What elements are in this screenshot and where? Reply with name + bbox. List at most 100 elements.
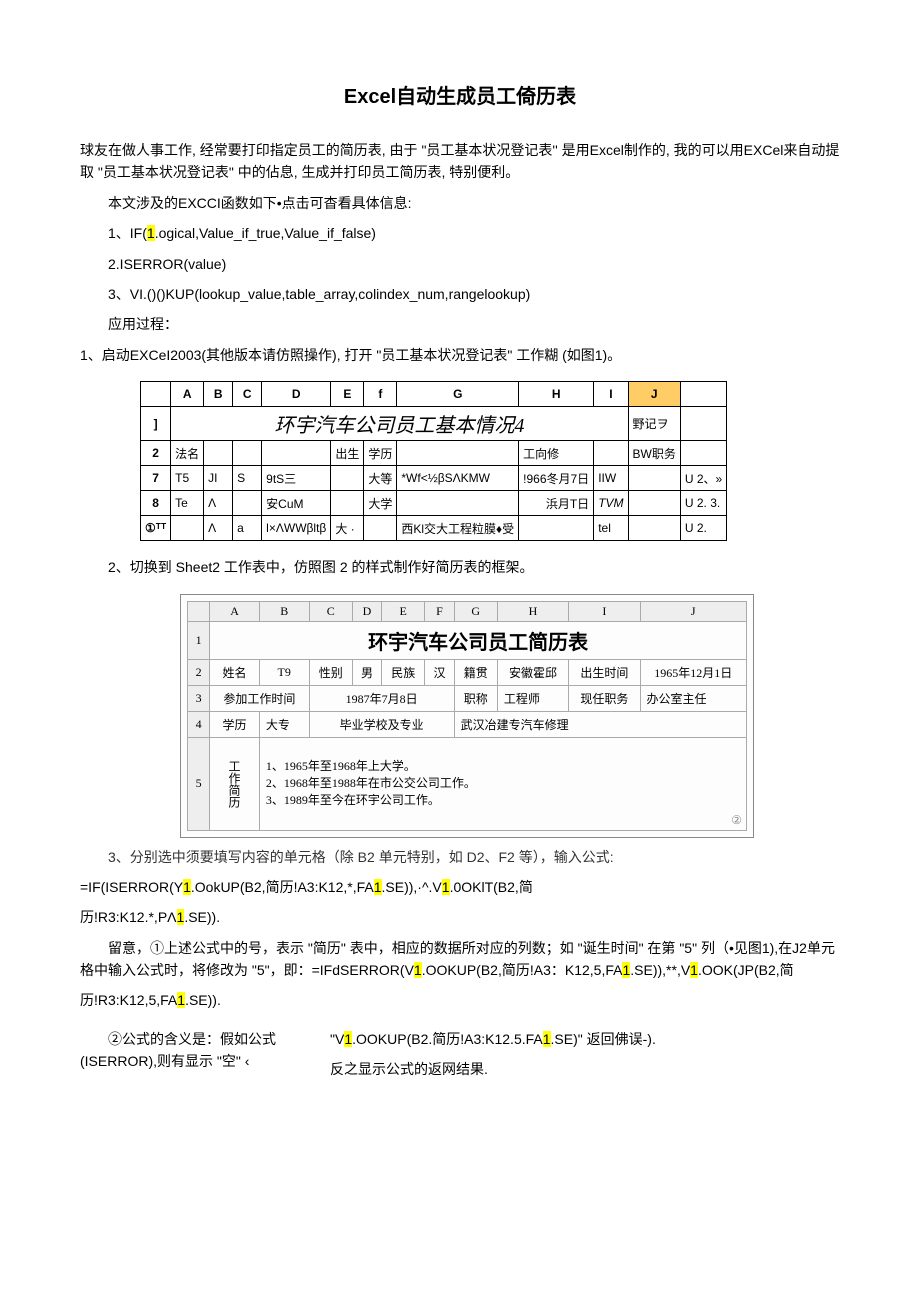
cell: 西Kl交大工程粒膜♦受	[397, 516, 519, 541]
native-value: 安徽霍邱	[497, 659, 568, 685]
page-title: Excel自动生成员工倚历表	[80, 80, 840, 109]
post-label: 现任职务	[569, 685, 640, 711]
ethnic-value: 汉	[425, 659, 454, 685]
col-header: I	[594, 382, 628, 407]
cell: !966冬月7日	[519, 466, 594, 491]
sex-value: 男	[352, 659, 381, 685]
cell	[171, 516, 204, 541]
cell	[628, 516, 680, 541]
school-value: 武汉冶建专汽车修理	[454, 711, 746, 737]
cell	[628, 491, 680, 516]
row-header: ]	[141, 407, 171, 441]
cell	[331, 466, 364, 491]
cell	[204, 441, 233, 466]
col-header: G	[397, 382, 519, 407]
title-label: 职称	[454, 685, 497, 711]
cell	[594, 441, 628, 466]
ethnic-label: 民族	[382, 659, 425, 685]
cell: 工向修	[519, 441, 594, 466]
meaning-right-1: "V1.OOKUP(B2.简历!A3:K12.5.FA1.SE)" 返回佛误-)…	[330, 1028, 656, 1050]
cell: 出生	[331, 441, 364, 466]
step-3: 3、分别选中须要填写内容的单元格（除 B2 单元特别，如 D2、F2 等），输入…	[80, 846, 840, 868]
cell: T5	[171, 466, 204, 491]
figure-badge-icon: ②	[731, 813, 742, 828]
excel-table-1: A B C D E f G H I J ] 环宇汽车公司员工基本情况4 野记ヲ …	[140, 381, 727, 541]
cell: l×ΛWWβltβ	[262, 516, 331, 541]
join-label: 参加工作时间	[210, 685, 309, 711]
cell: U 2、»	[680, 466, 726, 491]
cell	[397, 491, 519, 516]
col-header: B	[204, 382, 233, 407]
school-label: 毕业学校及专业	[309, 711, 454, 737]
cell: Te	[171, 491, 204, 516]
row-header: 8	[141, 491, 171, 516]
cell: TVM	[594, 491, 628, 516]
name-value: T9	[259, 659, 309, 685]
formula-1-cont: 历!R3:K12.*,PΛ1.SE)).	[80, 906, 840, 928]
col-header	[680, 382, 726, 407]
cell: 9tS三	[262, 466, 331, 491]
native-label: 籍贯	[454, 659, 497, 685]
cell: S	[233, 466, 262, 491]
cell: JI	[204, 466, 233, 491]
cell: 大学	[364, 491, 397, 516]
join-value: 1987年7月8日	[309, 685, 454, 711]
sex-label: 性别	[309, 659, 352, 685]
row-header: 7	[141, 466, 171, 491]
cell	[519, 516, 594, 541]
cell: U 2. 3.	[680, 491, 726, 516]
resume-title: 环宇汽车公司员工简历表	[210, 621, 747, 659]
company-title-cell: 环宇汽车公司员工基本情况4	[171, 407, 628, 441]
col-header: E	[331, 382, 364, 407]
cell	[364, 516, 397, 541]
cell: 安CuM	[262, 491, 331, 516]
intro-paragraph: 球友在做人事工作, 经常要打印指定员工的简历表, 由于 "员工基本状况登记表''…	[80, 139, 840, 184]
cell: IIW	[594, 466, 628, 491]
resume-table-figure: ABCDEFGHIJ 1 环宇汽车公司员工简历表 2 姓名 T9 性别 男 民族…	[180, 594, 754, 838]
cell: 学历	[364, 441, 397, 466]
note-1: 留意，①上述公式中的号，表示 "简历" 表中，相应的数据所对应的列数；如 "诞生…	[80, 937, 840, 982]
cell: Λ	[204, 491, 233, 516]
cell: *Wf<½βSΛKMW	[397, 466, 519, 491]
col-header-selected: J	[628, 382, 680, 407]
birth-value: 1965年12月1日	[640, 659, 747, 685]
title-value: 工程师	[497, 685, 568, 711]
cell: 大 ·	[331, 516, 364, 541]
meaning-left: ②公式的含义是：假如公式(ISERROR),则有显示 "空" ‹	[80, 1028, 300, 1073]
row-header: 2	[141, 441, 171, 466]
step-2: 2、切换到 Sheet2 工作表中，仿照图 2 的样式制作好简历表的框架。	[80, 556, 840, 578]
cell	[397, 441, 519, 466]
cell	[233, 441, 262, 466]
cell	[262, 441, 331, 466]
cell	[233, 491, 262, 516]
col-header: H	[519, 382, 594, 407]
history-label: 工作简历	[210, 737, 260, 830]
name-label: 姓名	[210, 659, 260, 685]
col-header: C	[233, 382, 262, 407]
step-1: 1、启动EXCeI2003(其他版本请仿照操作), 打开 "员工基本状况登记表"…	[80, 344, 840, 366]
cell	[331, 491, 364, 516]
usage-title: 应用过程：	[80, 313, 840, 335]
col-header: D	[262, 382, 331, 407]
cell: 野记ヲ	[628, 407, 680, 441]
meaning-right-2: 反之显示公式的返网结果.	[330, 1058, 656, 1080]
cell: BW职务	[628, 441, 680, 466]
cell: 大等	[364, 466, 397, 491]
function-3: 3、VI.()()KUP(lookup_value,table_array,co…	[80, 283, 840, 305]
post-value: 办公室主任	[640, 685, 747, 711]
corner-cell	[141, 382, 171, 407]
note-1-cont: 历!R3:K12,5,FA1.SE)).	[80, 989, 840, 1011]
history-value: 1、1965年至1968年上大学。 2、1968年至1988年在市公交公司工作。…	[259, 737, 746, 830]
cell: tel	[594, 516, 628, 541]
cell: Λ	[204, 516, 233, 541]
function-1: 1、IF(1.ogical,Value_if_true,Value_if_fal…	[80, 222, 840, 244]
cell: 法名	[171, 441, 204, 466]
formula-1: =IF(ISERROR(Y1.OokUP(B2,简历!A3:K12,*,FA1.…	[80, 876, 840, 898]
birth-label: 出生时间	[569, 659, 640, 685]
cell: a	[233, 516, 262, 541]
function-2: 2.ISERROR(value)	[80, 253, 840, 275]
cell: U 2.	[680, 516, 726, 541]
col-header: f	[364, 382, 397, 407]
cell: 浜月T日	[519, 491, 594, 516]
col-header: A	[171, 382, 204, 407]
